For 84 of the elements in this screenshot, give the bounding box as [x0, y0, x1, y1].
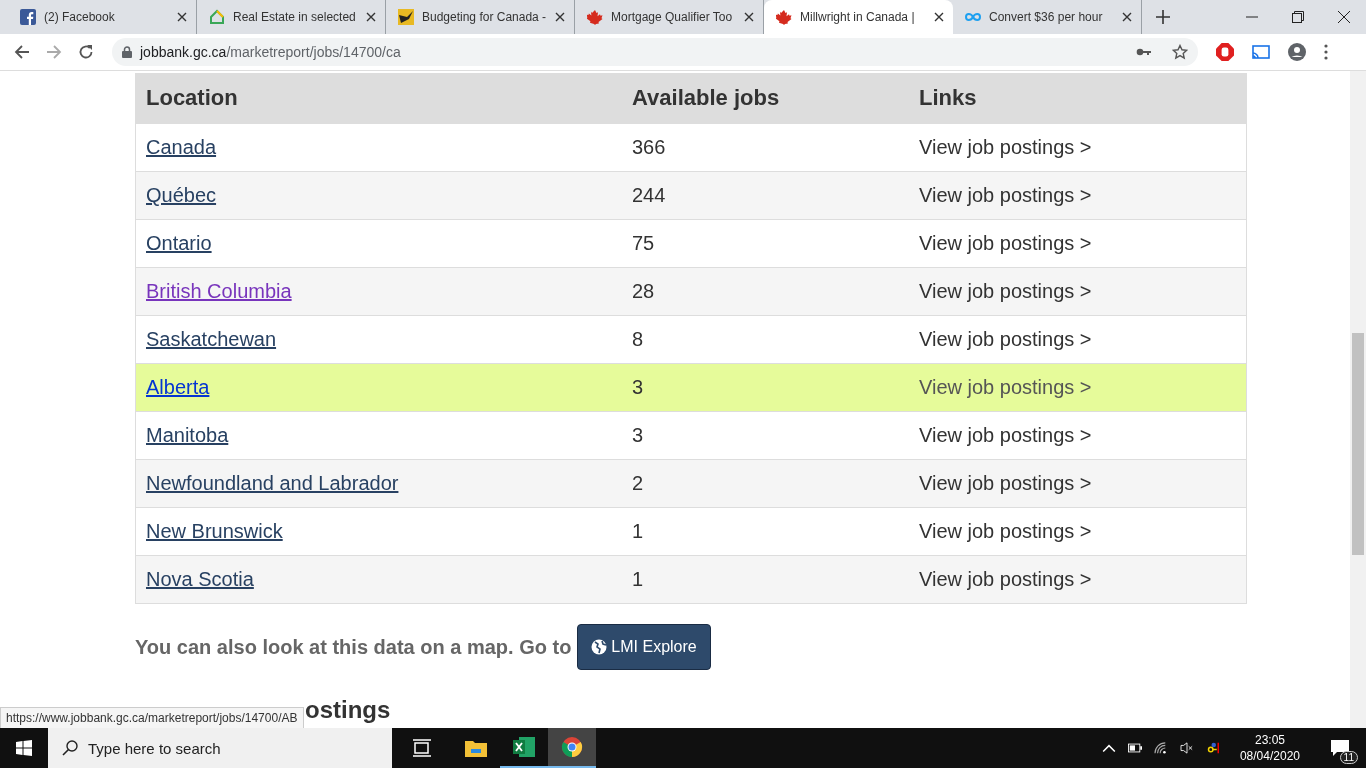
view-postings-link[interactable]: View job postings >	[919, 136, 1092, 158]
lock-icon	[122, 46, 132, 58]
view-postings-link[interactable]: View job postings >	[919, 520, 1092, 542]
job-count: 3	[632, 424, 644, 446]
address-bar[interactable]: jobbank.gc.ca/marketreport/jobs/14700/ca	[112, 38, 1198, 66]
windows-icon[interactable]	[16, 740, 32, 756]
map-note: You can also look at this data on a map. Go to	[135, 635, 572, 659]
location-link[interactable]: Ontario	[146, 232, 212, 254]
restore-icon[interactable]	[1292, 11, 1304, 23]
maple-leaf-icon	[587, 9, 603, 25]
close-icon[interactable]	[365, 11, 377, 23]
task-view-icon[interactable]	[412, 739, 432, 757]
globe-icon	[591, 639, 608, 655]
close-icon[interactable]	[1121, 11, 1133, 23]
clock-time[interactable]: 23:05	[1254, 732, 1285, 748]
job-count: 28	[632, 280, 655, 302]
location-link[interactable]: Manitoba	[146, 424, 229, 446]
notification-count: 11	[1339, 751, 1358, 764]
job-count: 75	[632, 232, 655, 254]
tab-title: Millwright in Canada |	[800, 10, 916, 24]
search-icon	[62, 740, 78, 756]
menu-icon[interactable]	[1324, 43, 1328, 61]
location-link[interactable]: British Columbia	[146, 280, 292, 302]
view-postings-link[interactable]: View job postings >	[919, 184, 1092, 206]
wifi-icon[interactable]	[1153, 742, 1168, 754]
close-icon[interactable]	[933, 11, 945, 23]
tab-title: Mortgage Qualifier Too	[611, 10, 734, 24]
folder-icon[interactable]	[465, 738, 487, 758]
column-header: Links	[918, 85, 978, 111]
tab-title: (2) Facebook	[44, 10, 116, 24]
view-postings-link[interactable]: View job postings >	[919, 424, 1092, 446]
tab-title: Budgeting for Canada -	[422, 10, 547, 24]
job-count: 3	[632, 376, 644, 398]
status-url: https://www.jobbank.gc.ca/marketreport/jobs/14700/AB	[0, 707, 304, 728]
key-tray-icon[interactable]	[1205, 742, 1220, 754]
new-tab-icon[interactable]	[1156, 10, 1170, 24]
location-link[interactable]: Newfoundland and Labrador	[146, 472, 399, 494]
job-count: 1	[632, 520, 644, 542]
location-link[interactable]: Canada	[146, 136, 217, 158]
close-icon[interactable]	[743, 11, 755, 23]
location-link[interactable]: Québec	[146, 184, 217, 206]
muted-speaker-icon[interactable]	[1179, 742, 1194, 754]
view-postings-link[interactable]: View job postings >	[919, 280, 1092, 302]
browser-tab[interactable]: Millwright in Canada |	[764, 0, 953, 34]
maple-leaf-icon	[776, 9, 792, 25]
spreadsheet-icon[interactable]	[513, 737, 535, 757]
view-postings-link[interactable]: View job postings >	[919, 568, 1092, 590]
view-postings-link[interactable]: View job postings >	[919, 376, 1092, 398]
lmi-explore-button[interactable]: LMI Explore	[577, 624, 711, 670]
reload-icon[interactable]	[78, 44, 94, 60]
house-icon	[209, 9, 225, 25]
battery-icon[interactable]	[1127, 742, 1142, 754]
clock-date[interactable]: 08/04/2020	[1239, 748, 1300, 764]
location-link[interactable]: Saskatchewan	[146, 328, 277, 350]
location-link[interactable]: Alberta	[146, 376, 210, 398]
star-icon[interactable]	[1172, 44, 1188, 60]
column-header: Available jobs	[631, 85, 781, 111]
chrome-icon[interactable]	[561, 737, 583, 757]
back-icon[interactable]	[14, 44, 30, 60]
close-icon[interactable]	[1338, 11, 1350, 23]
view-postings-link[interactable]: View job postings >	[919, 232, 1092, 254]
scrollbar[interactable]	[1350, 71, 1366, 728]
close-icon[interactable]	[554, 11, 566, 23]
location-link[interactable]: New Brunswick	[146, 520, 283, 542]
bird-icon	[398, 9, 414, 25]
location-link[interactable]: Nova Scotia	[146, 568, 254, 590]
view-postings-link[interactable]: View job postings >	[919, 328, 1092, 350]
chevron-up-icon[interactable]	[1101, 742, 1116, 754]
section-heading: ostings	[305, 696, 391, 723]
column-header: Location	[145, 85, 239, 111]
cast-icon[interactable]	[1252, 43, 1270, 61]
view-postings-link[interactable]: View job postings >	[919, 472, 1092, 494]
profile-icon[interactable]	[1288, 43, 1306, 61]
close-icon[interactable]	[176, 11, 188, 23]
stop-hand-icon[interactable]	[1216, 43, 1234, 61]
tab-title: Real Estate in selected	[233, 10, 357, 24]
job-count: 8	[632, 328, 644, 350]
taskbar-search-field[interactable]: Type here to search	[48, 728, 392, 768]
facebook-icon	[20, 9, 36, 25]
tab-title: Convert $36 per hour	[989, 10, 1104, 24]
job-count: 1	[632, 568, 644, 590]
job-count: 2	[632, 472, 644, 494]
job-count: 244	[632, 184, 666, 206]
job-count: 366	[632, 136, 666, 158]
